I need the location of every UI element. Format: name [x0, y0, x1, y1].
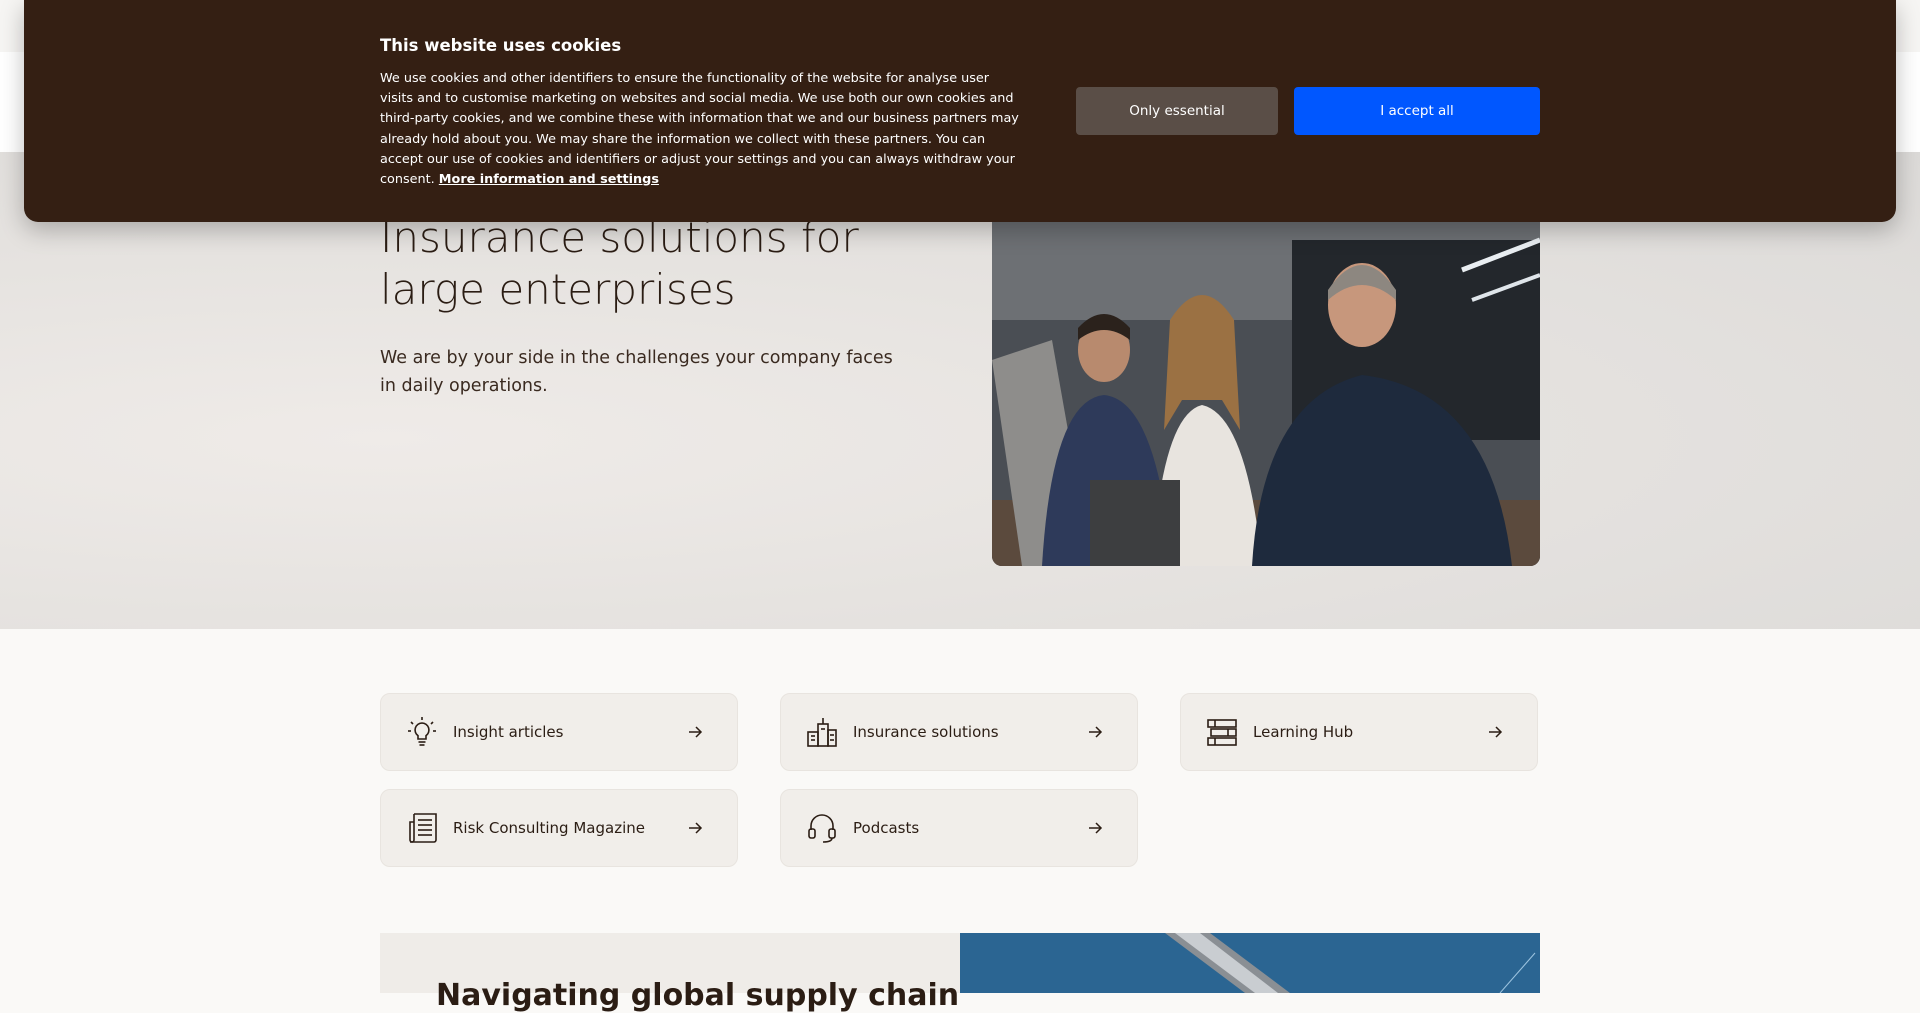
cookie-banner-title: This website uses cookies	[380, 36, 622, 55]
buildings-icon	[805, 715, 839, 749]
quick-link-label: Podcasts	[853, 819, 920, 837]
arrow-right-icon	[1085, 722, 1105, 742]
newspaper-icon	[405, 811, 439, 845]
quick-link-label: Insurance solutions	[853, 723, 999, 741]
more-information-link[interactable]: More information and settings	[439, 172, 659, 187]
teaser-image	[960, 933, 1540, 993]
hero-title: Insurance solutions for large enterprise…	[380, 213, 859, 314]
cookie-banner-body: We use cookies and other identifiers to …	[380, 71, 1019, 188]
bridge-aerial-photo	[960, 933, 1540, 993]
cookie-banner: This website uses cookies We use cookies…	[24, 0, 1896, 222]
accept-all-button[interactable]: I accept all	[1294, 87, 1540, 135]
quick-link-learning-hub[interactable]: Learning Hub	[1180, 693, 1538, 771]
quick-link-podcasts[interactable]: Podcasts	[780, 789, 1138, 867]
only-essential-button[interactable]: Only essential	[1076, 87, 1278, 135]
hero-photo	[992, 200, 1540, 566]
quick-link-label: Learning Hub	[1253, 723, 1354, 741]
arrow-right-icon	[1485, 722, 1505, 742]
headset-icon	[805, 811, 839, 845]
meeting-photo-illustration	[992, 200, 1540, 566]
quick-link-insurance-solutions[interactable]: Insurance solutions	[780, 693, 1138, 771]
lightbulb-icon	[405, 715, 439, 749]
quick-link-risk-consulting-magazine[interactable]: Risk Consulting Magazine	[380, 789, 738, 867]
quick-link-label: Insight articles	[453, 723, 564, 741]
quick-link-insight-articles[interactable]: Insight articles	[380, 693, 738, 771]
arrow-right-icon	[685, 722, 705, 742]
stacked-books-icon	[1205, 715, 1239, 749]
hero-subtitle: We are by your side in the challenges yo…	[380, 348, 893, 396]
cookie-banner-text: We use cookies and other identifiers to …	[380, 69, 1020, 190]
arrow-right-icon	[685, 818, 705, 838]
quick-link-label: Risk Consulting Magazine	[453, 819, 645, 837]
teaser-title: Navigating global supply chain	[436, 978, 960, 1013]
hero-section	[0, 152, 1920, 629]
arrow-right-icon	[1085, 818, 1105, 838]
